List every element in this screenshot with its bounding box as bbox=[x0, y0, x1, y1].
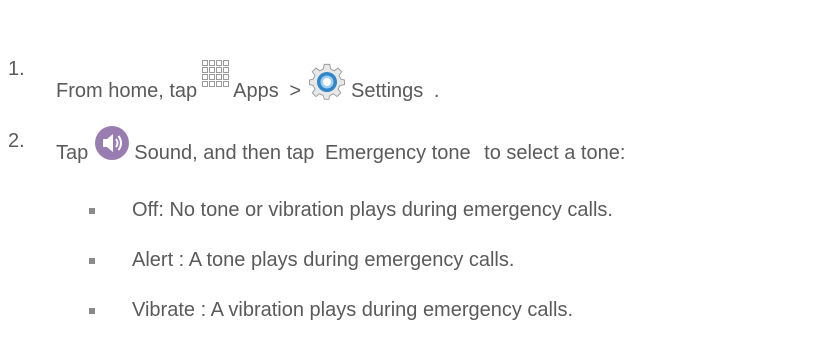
step-1-intro: From home, tap bbox=[56, 80, 198, 102]
step-2-number: 2. bbox=[8, 130, 25, 152]
bullet-sep: : bbox=[173, 249, 185, 271]
bullet-text: Alert : A tone plays during emergency ca… bbox=[132, 248, 514, 272]
bullet-desc: No tone or vibration plays during emerge… bbox=[169, 199, 613, 221]
bullet-marker bbox=[89, 208, 95, 214]
bullet-term: Vibrate bbox=[132, 299, 196, 321]
step-1-period: . bbox=[433, 80, 440, 102]
bullet-text: Off: No tone or vibration plays during e… bbox=[132, 198, 613, 222]
emergency-tone-option: Emergency tone bbox=[324, 142, 471, 164]
arrow-separator: > bbox=[289, 80, 302, 102]
bullet-term: Alert bbox=[132, 249, 174, 271]
settings-label: Settings bbox=[351, 80, 424, 102]
settings-gear-icon bbox=[307, 63, 347, 101]
step-1-number: 1. bbox=[8, 58, 25, 80]
sound-speaker-icon bbox=[94, 125, 130, 161]
bullet-desc: A vibration plays during emergency calls… bbox=[210, 299, 573, 321]
bullet-sep: : bbox=[158, 199, 164, 221]
step-2-intro: Tap bbox=[56, 142, 89, 164]
bullet-marker bbox=[89, 308, 95, 314]
step-1-text: From home, tap Apps > Settings . bbox=[56, 57, 439, 103]
apps-grid-icon bbox=[201, 59, 230, 105]
bullet-term: Off bbox=[132, 199, 159, 221]
bullet-marker bbox=[89, 258, 95, 264]
bullet-sep: : bbox=[195, 299, 207, 321]
step-2-outro: to select a tone: bbox=[484, 142, 626, 164]
sound-label: Sound, and then tap bbox=[134, 142, 315, 164]
step-2-text: Tap Sound, and then tap Emergency tone t… bbox=[56, 126, 626, 165]
bullet-text: Vibrate : A vibration plays during emerg… bbox=[132, 298, 573, 322]
apps-label: Apps bbox=[233, 80, 279, 102]
bullet-desc: A tone plays during emergency calls. bbox=[188, 249, 515, 271]
